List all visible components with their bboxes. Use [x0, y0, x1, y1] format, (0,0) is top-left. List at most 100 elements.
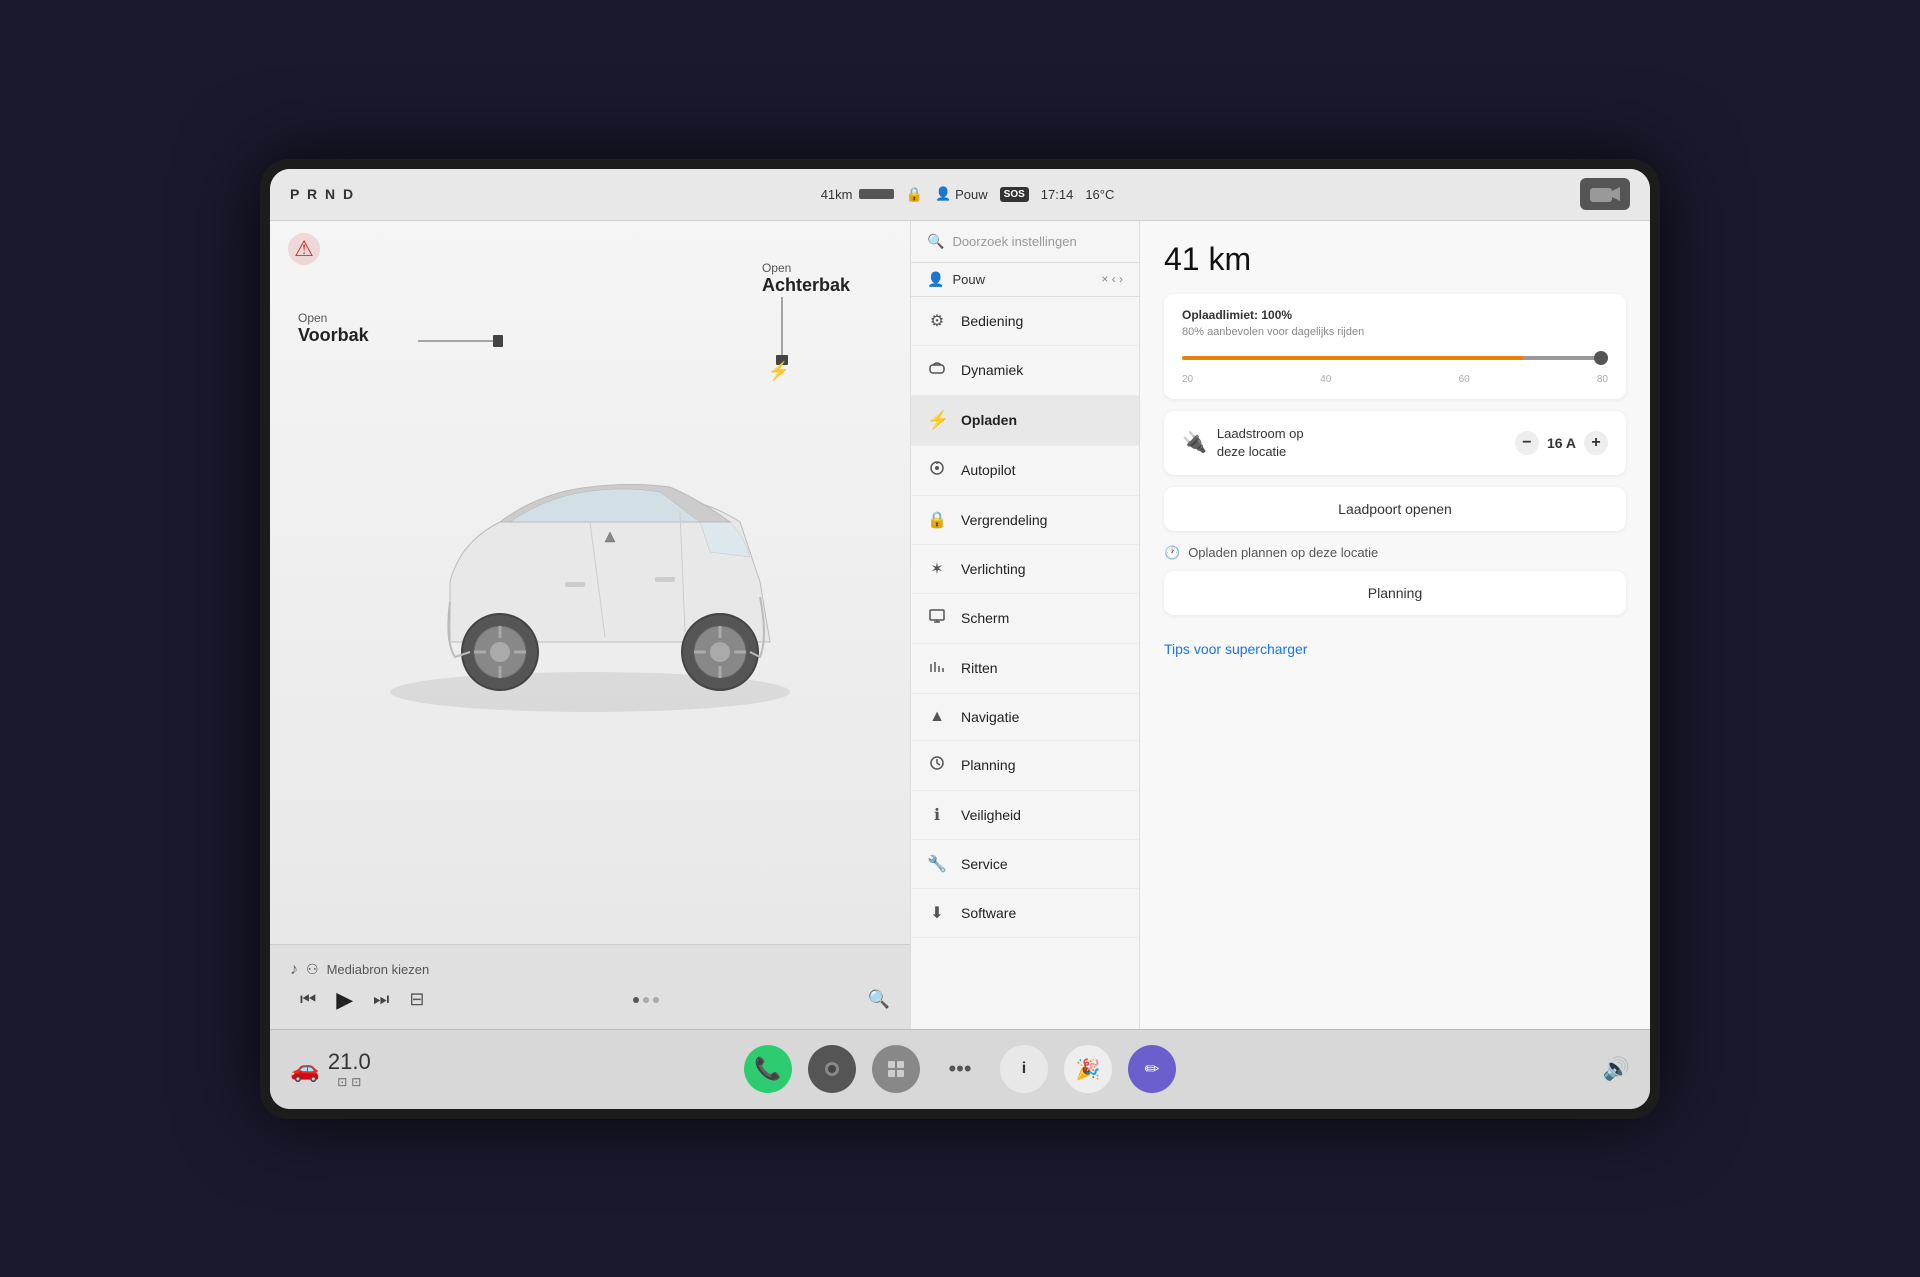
ritten-label: Ritten — [961, 660, 998, 676]
marker-20: 20 — [1182, 374, 1193, 385]
laadpoort-btn[interactable]: Laadpoort openen — [1164, 487, 1626, 531]
charge-limit-subtitle: 80% aanbevolen voor dagelijks rijden — [1182, 326, 1608, 338]
more-btn[interactable]: ••• — [936, 1045, 984, 1093]
party-btn[interactable]: 🎉 — [1064, 1045, 1112, 1093]
phone-btn[interactable]: 📞 — [744, 1045, 792, 1093]
autopilot-label: Autopilot — [961, 462, 1015, 478]
planning-icon — [927, 755, 947, 776]
taskbar-left: 🚗 21.0 ⊡ ⊡ — [290, 1049, 371, 1089]
menu-item-service[interactable]: 🔧 Service — [911, 840, 1139, 889]
charge-limit-box: Oplaadlimiet: 100% 80% aanbevolen voor d… — [1164, 294, 1626, 399]
menu-item-vergrendeling[interactable]: 🔒 Vergrendeling — [911, 496, 1139, 545]
music-icon: ♪ — [290, 961, 298, 979]
media-label[interactable]: Mediabron kiezen — [327, 962, 430, 977]
status-bar: P R N D 41km 🔒 👤 Pouw SOS 17:14 16°C — [270, 169, 1650, 221]
charge-increase-btn[interactable]: + — [1584, 431, 1608, 455]
menu-item-verlichting[interactable]: ✶ Verlichting — [911, 545, 1139, 594]
menu-item-scherm[interactable]: Scherm — [911, 594, 1139, 644]
alert-icon: ⚠ — [286, 231, 322, 272]
schedule-btn[interactable]: Planning — [1164, 571, 1626, 615]
voorbak-label: Open Voorbak — [298, 311, 369, 346]
user-row: 👤 Pouw × ‹ › — [911, 263, 1139, 297]
schedule-section: 🕐 Opladen plannen op deze locatie Planni… — [1164, 545, 1626, 629]
charge-current-left: 🔌 Laadstroom op deze locatie — [1182, 425, 1304, 461]
grid-btn[interactable] — [872, 1045, 920, 1093]
device-bezel: P R N D 41km 🔒 👤 Pouw SOS 17:14 16°C — [260, 159, 1660, 1119]
opladen-label: Opladen — [961, 412, 1017, 428]
charge-thumb[interactable] — [1594, 351, 1608, 365]
temp-display: 16°C — [1085, 187, 1114, 202]
charge-fill — [1182, 356, 1608, 360]
charger-plug-icon: 🔌 — [1182, 430, 1207, 455]
camera-icon[interactable] — [1580, 178, 1630, 210]
scherm-icon — [927, 608, 947, 629]
charge-current-value: − 16 A + — [1515, 431, 1608, 455]
car-status-icon: 🚗 — [290, 1055, 320, 1084]
range-info: 41km — [821, 187, 894, 202]
charge-markers: 20 40 60 80 — [1182, 374, 1608, 385]
status-right — [1580, 178, 1630, 210]
calendar-btn[interactable]: i — [1000, 1045, 1048, 1093]
menu-item-veiligheid[interactable]: ℹ Veiligheid — [911, 791, 1139, 840]
settings-panel: 🔍 Doorzoek instellingen 👤 Pouw × ‹ › ⚙ B… — [910, 221, 1140, 1029]
marker-60: 60 — [1459, 374, 1470, 385]
charge-track — [1182, 356, 1608, 360]
charge-panel: 41 km Oplaadlimiet: 100% 80% aanbevolen … — [1140, 221, 1650, 1029]
sos-badge[interactable]: SOS — [1000, 187, 1029, 202]
menu-item-software[interactable]: ⬇ Software — [911, 889, 1139, 938]
cabin-temp: 21.0 — [328, 1049, 371, 1075]
equalizer-icon[interactable]: ⊟ — [409, 989, 424, 1010]
status-center: 41km 🔒 👤 Pouw SOS 17:14 16°C — [367, 186, 1568, 203]
volume-icon[interactable]: 🔊 — [1603, 1056, 1630, 1081]
progress-dots — [633, 997, 659, 1003]
autopilot-icon — [927, 460, 947, 481]
range-bar — [859, 189, 894, 199]
vergrendeling-label: Vergrendeling — [961, 512, 1047, 528]
play-btn[interactable]: ▶ — [336, 987, 353, 1013]
menu-item-bediening[interactable]: ⚙ Bediening — [911, 297, 1139, 346]
bluetooth-icon: ⚇ — [306, 961, 319, 978]
menu-item-navigatie[interactable]: ▲ Navigatie — [911, 694, 1139, 741]
pen-btn[interactable]: ✏ — [1128, 1045, 1176, 1093]
car-image-area: Open Voorbak Open Achterbak — [270, 221, 910, 944]
prev-track-btn[interactable]: ⏮ — [300, 989, 316, 1010]
vergrendeling-icon: 🔒 — [927, 510, 947, 530]
schedule-label: 🕐 Opladen plannen op deze locatie — [1164, 545, 1626, 561]
achterbak-label: Open Achterbak — [762, 261, 850, 296]
menu-list: ⚙ Bediening Dynamiek ⚡ Opladen — [911, 297, 1139, 1029]
verlichting-icon: ✶ — [927, 559, 947, 579]
tesla-screen: P R N D 41km 🔒 👤 Pouw SOS 17:14 16°C — [270, 169, 1650, 1109]
menu-item-opladen[interactable]: ⚡ Opladen — [911, 396, 1139, 446]
user-controls: × ‹ › — [1101, 272, 1123, 286]
service-icon: 🔧 — [927, 854, 947, 874]
temp-section: 21.0 ⊡ ⊡ — [328, 1049, 371, 1089]
planning-label: Planning — [961, 757, 1016, 773]
menu-item-planning[interactable]: Planning — [911, 741, 1139, 791]
charging-bolt-icon: ⚡ — [768, 361, 790, 382]
software-icon: ⬇ — [927, 903, 947, 923]
driver-icon: 👤 — [935, 186, 951, 202]
ritten-icon — [927, 658, 947, 679]
camera-btn[interactable] — [808, 1045, 856, 1093]
seat-icons: ⊡ ⊡ — [337, 1075, 361, 1089]
next-track-btn[interactable]: ⏭ — [373, 989, 389, 1010]
search-bar[interactable]: 🔍 Doorzoek instellingen — [911, 221, 1139, 263]
driver-name: Pouw — [955, 187, 988, 202]
car-panel: ⚠ Open Voorbak — [270, 221, 910, 1029]
dynamiek-icon — [927, 360, 947, 381]
search-icon[interactable]: 🔍 — [868, 989, 890, 1010]
clock-icon: 🕐 — [1164, 545, 1180, 561]
bediening-icon: ⚙ — [927, 311, 947, 331]
supercharger-link[interactable]: Tips voor supercharger — [1164, 641, 1307, 657]
veiligheid-icon: ℹ — [927, 805, 947, 825]
media-bar: ♪ ⚇ Mediabron kiezen ⏮ ▶ ⏭ ⊟ — [270, 944, 910, 1029]
menu-item-ritten[interactable]: Ritten — [911, 644, 1139, 694]
veiligheid-label: Veiligheid — [961, 807, 1021, 823]
menu-item-dynamiek[interactable]: Dynamiek — [911, 346, 1139, 396]
scherm-label: Scherm — [961, 610, 1009, 626]
charge-decrease-btn[interactable]: − — [1515, 431, 1539, 455]
time-display: 17:14 — [1041, 187, 1074, 202]
menu-item-autopilot[interactable]: Autopilot — [911, 446, 1139, 496]
lock-icon: 🔒 — [906, 186, 923, 203]
charge-slider[interactable] — [1182, 348, 1608, 368]
